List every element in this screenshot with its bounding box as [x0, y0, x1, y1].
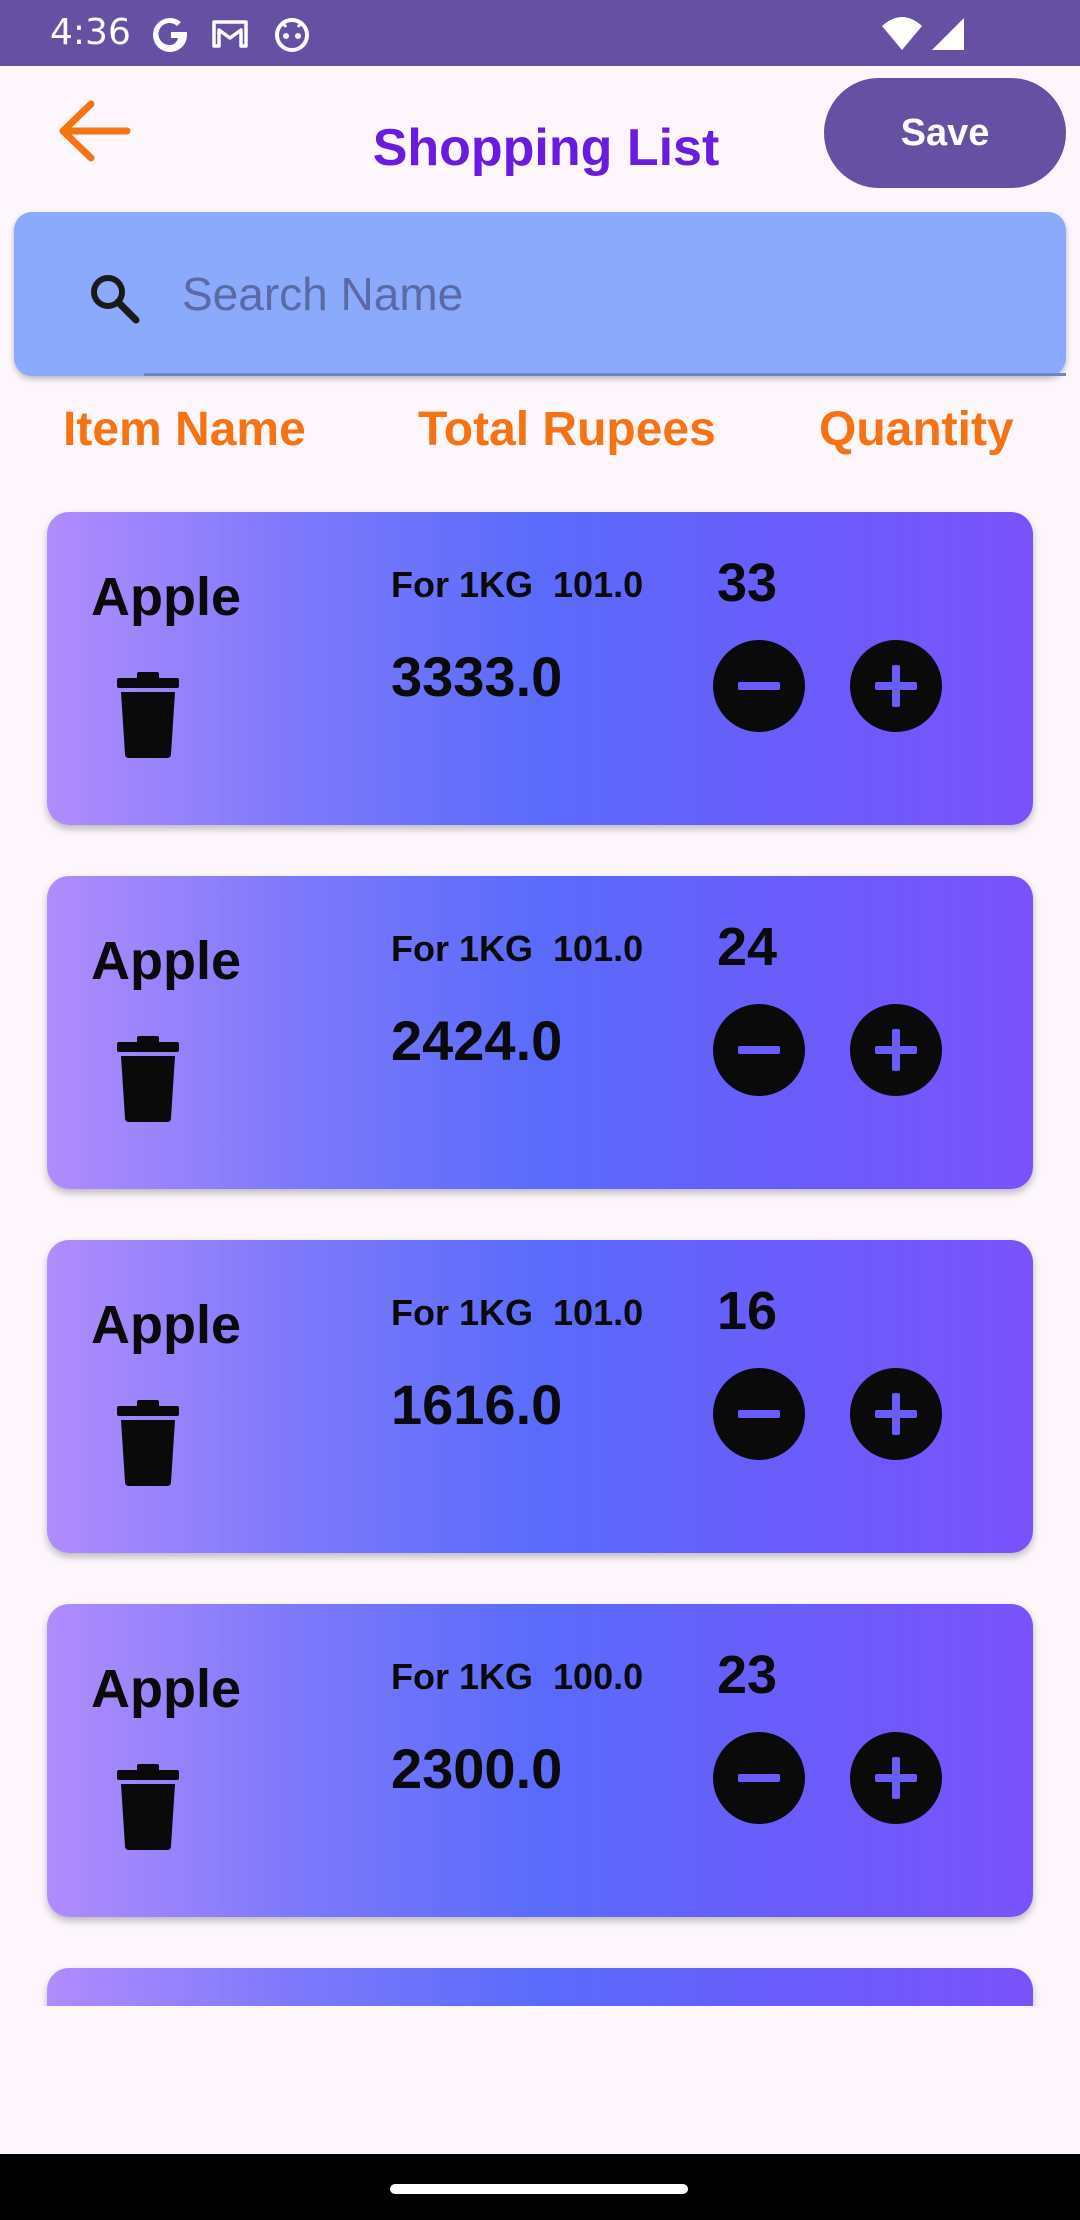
android-debug-icon — [275, 18, 309, 52]
search-icon — [91, 275, 140, 324]
system-nav-bar — [0, 2154, 1080, 2220]
delete-icon[interactable] — [113, 1036, 183, 1122]
list-item: Apple For 1KG 101.0 3333.0 33 — [47, 512, 1033, 825]
home-gesture-handle[interactable] — [390, 2184, 688, 2194]
quantity-value: 33 — [717, 553, 778, 613]
signal-icon — [932, 18, 964, 50]
app-header: Shopping List Save — [0, 66, 1080, 210]
search-bar[interactable] — [14, 212, 1066, 376]
unit-label: For 1KG — [391, 928, 534, 969]
minus-icon — [738, 1774, 780, 1782]
list-item: Apple For 1KG 100.0 2300.0 23 — [47, 1604, 1033, 1917]
column-header-item-name: Item Name — [63, 403, 306, 456]
total-rupees: 2424.0 — [391, 1009, 563, 1072]
decrement-button[interactable] — [713, 1004, 805, 1096]
unit-label: For 1KG — [391, 564, 534, 605]
unit-price: 100.0 — [553, 1656, 644, 1697]
list-item: Apple For 1KG 101.0 2424.0 24 — [47, 876, 1033, 1189]
increment-button[interactable] — [850, 640, 942, 732]
quantity-value: 23 — [717, 1645, 778, 1705]
status-time: 4:36 — [50, 12, 131, 53]
increment-button[interactable] — [850, 1004, 942, 1096]
google-icon — [153, 17, 188, 52]
plus-icon — [875, 1029, 917, 1071]
delete-icon[interactable] — [113, 1764, 183, 1850]
save-button[interactable]: Save — [824, 78, 1066, 188]
column-header-quantity: Quantity — [819, 403, 1014, 456]
item-name: Apple — [91, 567, 242, 627]
unit-price-line: For 1KG 101.0 — [391, 1292, 643, 1334]
search-underline — [144, 373, 1066, 376]
search-input[interactable] — [182, 256, 1042, 332]
plus-icon — [875, 1757, 917, 1799]
unit-price: 101.0 — [553, 928, 644, 969]
decrement-button[interactable] — [713, 640, 805, 732]
plus-icon — [875, 1393, 917, 1435]
gmail-icon — [212, 20, 248, 48]
increment-button[interactable] — [850, 1368, 942, 1460]
total-rupees: 1616.0 — [391, 1373, 563, 1436]
unit-label: For 1KG — [391, 1656, 534, 1697]
decrement-button[interactable] — [713, 1368, 805, 1460]
plus-icon — [875, 665, 917, 707]
minus-icon — [738, 1410, 780, 1418]
list-item: Apple For 1KG 101.0 1616.0 16 — [47, 1240, 1033, 1553]
total-rupees: 3333.0 — [391, 645, 563, 708]
minus-icon — [738, 1046, 780, 1054]
total-rupees: 2300.0 — [391, 1737, 563, 1800]
unit-price: 101.0 — [553, 1292, 644, 1333]
item-name: Apple — [91, 1295, 242, 1355]
unit-price: 101.0 — [553, 564, 644, 605]
shopping-list[interactable]: Apple For 1KG 101.0 3333.0 33 Apple For … — [0, 480, 1080, 2006]
delete-icon[interactable] — [113, 1400, 183, 1486]
status-bar: 4:36 — [0, 0, 1080, 66]
increment-button[interactable] — [850, 1732, 942, 1824]
item-name: Apple — [91, 1659, 242, 1719]
quantity-value: 24 — [717, 917, 778, 977]
column-header-total-rupees: Total Rupees — [418, 403, 716, 456]
wifi-icon — [882, 17, 922, 50]
unit-price-line: For 1KG 100.0 — [391, 1656, 643, 1698]
item-name: Apple — [91, 931, 242, 991]
delete-icon[interactable] — [113, 672, 183, 758]
unit-price-line: For 1KG 101.0 — [391, 928, 643, 970]
unit-label: For 1KG — [391, 1292, 534, 1333]
minus-icon — [738, 682, 780, 690]
unit-price-line: For 1KG 101.0 — [391, 564, 643, 606]
quantity-value: 16 — [717, 1281, 778, 1341]
decrement-button[interactable] — [713, 1732, 805, 1824]
list-item-partial — [47, 1968, 1033, 2006]
